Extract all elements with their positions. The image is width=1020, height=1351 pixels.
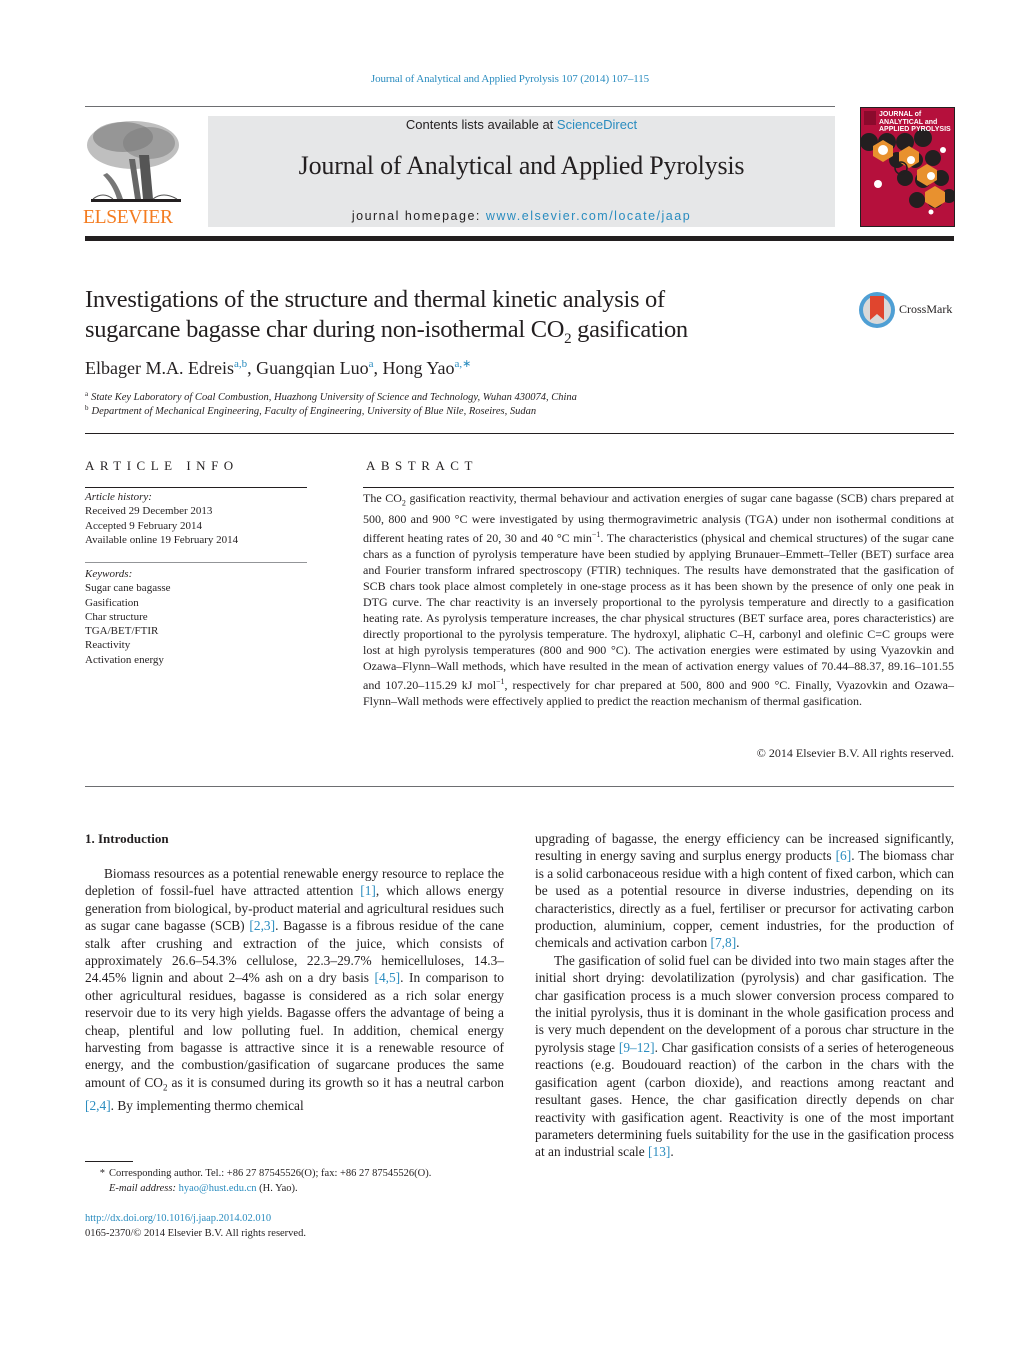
homepage-line: journal homepage: www.elsevier.com/locat… xyxy=(208,209,835,223)
contents-prefix: Contents lists available at xyxy=(405,117,557,132)
email-link[interactable]: hyao@hust.edu.cn xyxy=(179,1183,257,1194)
citation-link[interactable]: [2,3] xyxy=(249,918,275,933)
contents-line: Contents lists available at ScienceDirec… xyxy=(208,117,835,132)
cover-title: JOURNAL of ANALYTICAL and APPLIED PYROLY… xyxy=(879,111,951,133)
keyword: TGA/BET/FTIR xyxy=(85,625,159,638)
doi-link[interactable]: http://dx.doi.org/10.1016/j.jaap.2014.02… xyxy=(85,1213,271,1224)
body-rule xyxy=(85,786,954,787)
keyword: Sugar cane bagasse xyxy=(85,582,171,595)
running-head[interactable]: Journal of Analytical and Applied Pyroly… xyxy=(0,73,1020,85)
tree-icon xyxy=(83,115,185,207)
author-affiliation-mark[interactable]: a,b xyxy=(234,358,247,370)
sciencedirect-link[interactable]: ScienceDirect xyxy=(557,117,637,132)
body-column-right: upgrading of bagasse, the energy efficie… xyxy=(535,830,954,1161)
body-column-left: Biomass resources as a potential renewab… xyxy=(85,865,504,1114)
citation-link[interactable]: [2,4] xyxy=(85,1098,111,1113)
crossmark-label: CrossMark xyxy=(899,302,953,316)
article-info-heading: ARTICLE INFO xyxy=(85,458,239,473)
citation-link[interactable]: [9–12] xyxy=(619,1040,655,1055)
author-list: Elbager M.A. Edreisa,b, Guangqian Luoa, … xyxy=(85,358,472,378)
article-title: Investigations of the structure and ther… xyxy=(85,286,688,347)
citation-link[interactable]: [7,8] xyxy=(711,935,737,950)
affiliation-a: a State Key Laboratory of Coal Combustion… xyxy=(85,390,577,403)
article-info-rule xyxy=(85,487,307,488)
citation-link[interactable]: [6] xyxy=(836,848,852,863)
paragraph: The gasification of solid fuel can be di… xyxy=(535,952,954,1160)
crossmark-button[interactable]: CrossMark xyxy=(857,290,957,330)
history-item: Received 29 December 2013 xyxy=(85,505,213,518)
history-label: Article history: xyxy=(85,491,152,503)
keyword: Gasification xyxy=(85,596,139,609)
author-name[interactable]: Elbager M.A. Edreis xyxy=(85,358,234,378)
citation-link[interactable]: [1] xyxy=(360,883,376,898)
keywords-label: Keywords: xyxy=(85,568,133,580)
keywords-rule xyxy=(85,562,307,563)
corresponding-author-footnote: * Corresponding author. Tel.: +86 27 8754… xyxy=(85,1167,515,1196)
introduction-heading: 1. Introduction xyxy=(85,831,169,846)
section-rule xyxy=(85,433,954,434)
elsevier-wordmark: ELSEVIER xyxy=(83,207,173,228)
header-thick-rule xyxy=(85,236,954,241)
history-item: Accepted 9 February 2014 xyxy=(85,519,202,532)
author-name[interactable]: Guangqian Luo xyxy=(256,358,368,378)
abstract-rule xyxy=(363,487,954,488)
citation-link[interactable]: [4,5] xyxy=(374,970,400,985)
citation-link[interactable]: [13] xyxy=(648,1144,670,1159)
history-item: Available online 19 February 2014 xyxy=(85,533,239,546)
abstract-heading: ABSTRACT xyxy=(366,458,478,473)
keyword: Activation energy xyxy=(85,653,164,666)
footnote-marker: * xyxy=(99,1168,105,1179)
journal-title: Journal of Analytical and Applied Pyroly… xyxy=(298,151,745,180)
author-affiliation-mark[interactable]: a,∗ xyxy=(455,358,472,370)
journal-homepage-link[interactable]: www.elsevier.com/locate/jaap xyxy=(486,209,691,223)
keyword: Char structure xyxy=(85,610,148,623)
affiliation-b: b Department of Mechanical Engineering, F… xyxy=(85,404,537,417)
crossmark-icon xyxy=(859,292,895,328)
article-history: Article history: Received 29 December 20… xyxy=(85,490,238,547)
author-name[interactable]: Hong Yao xyxy=(382,358,454,378)
homepage-prefix: journal homepage: xyxy=(351,209,486,223)
abstract-copyright: © 2014 Elsevier B.V. All rights reserved… xyxy=(756,746,954,760)
keywords-list: Keywords: Sugar cane bagasse Gasificatio… xyxy=(85,567,171,667)
paragraph: Biomass resources as a potential renewab… xyxy=(85,866,505,1113)
journal-cover-thumbnail[interactable]: JOURNAL of ANALYTICAL and APPLIED PYROLY… xyxy=(860,107,955,227)
top-rule xyxy=(85,106,835,107)
abstract-text: The CO2 gasification reactivity, thermal… xyxy=(363,491,954,709)
issn-line: 0165-2370/© 2014 Elsevier B.V. All right… xyxy=(85,1227,306,1239)
footnote-rule xyxy=(85,1161,133,1162)
keyword: Reactivity xyxy=(85,639,131,652)
paragraph: upgrading of bagasse, the energy efficie… xyxy=(535,831,954,951)
doi-block: http://dx.doi.org/10.1016/j.jaap.2014.02… xyxy=(85,1212,306,1241)
